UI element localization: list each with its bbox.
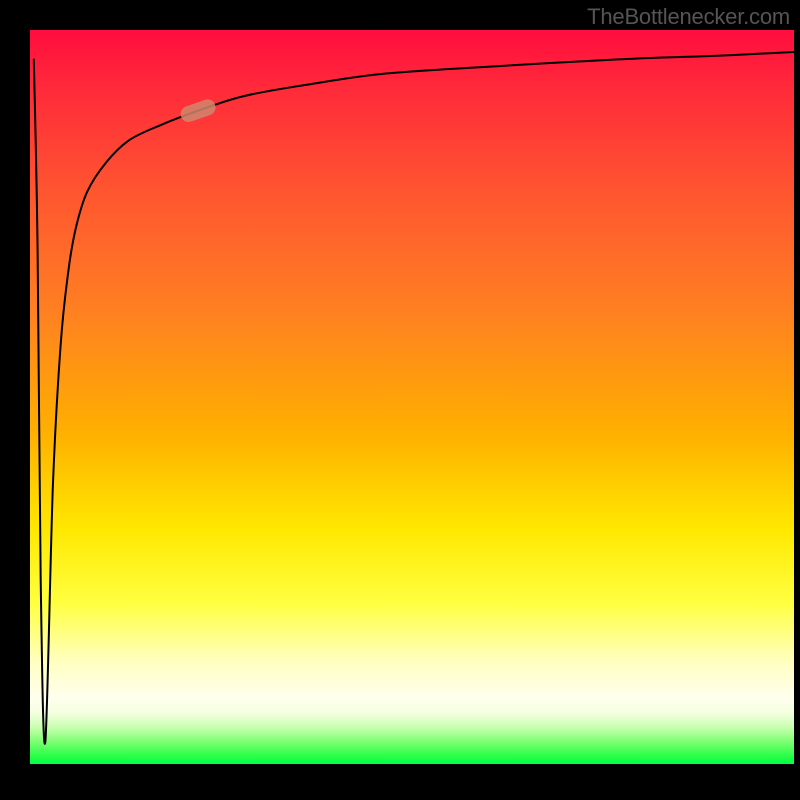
plot-area [30, 30, 794, 764]
attribution-text: TheBottlenecker.com [587, 4, 790, 30]
image-root: TheBottlenecker.com [0, 0, 800, 800]
